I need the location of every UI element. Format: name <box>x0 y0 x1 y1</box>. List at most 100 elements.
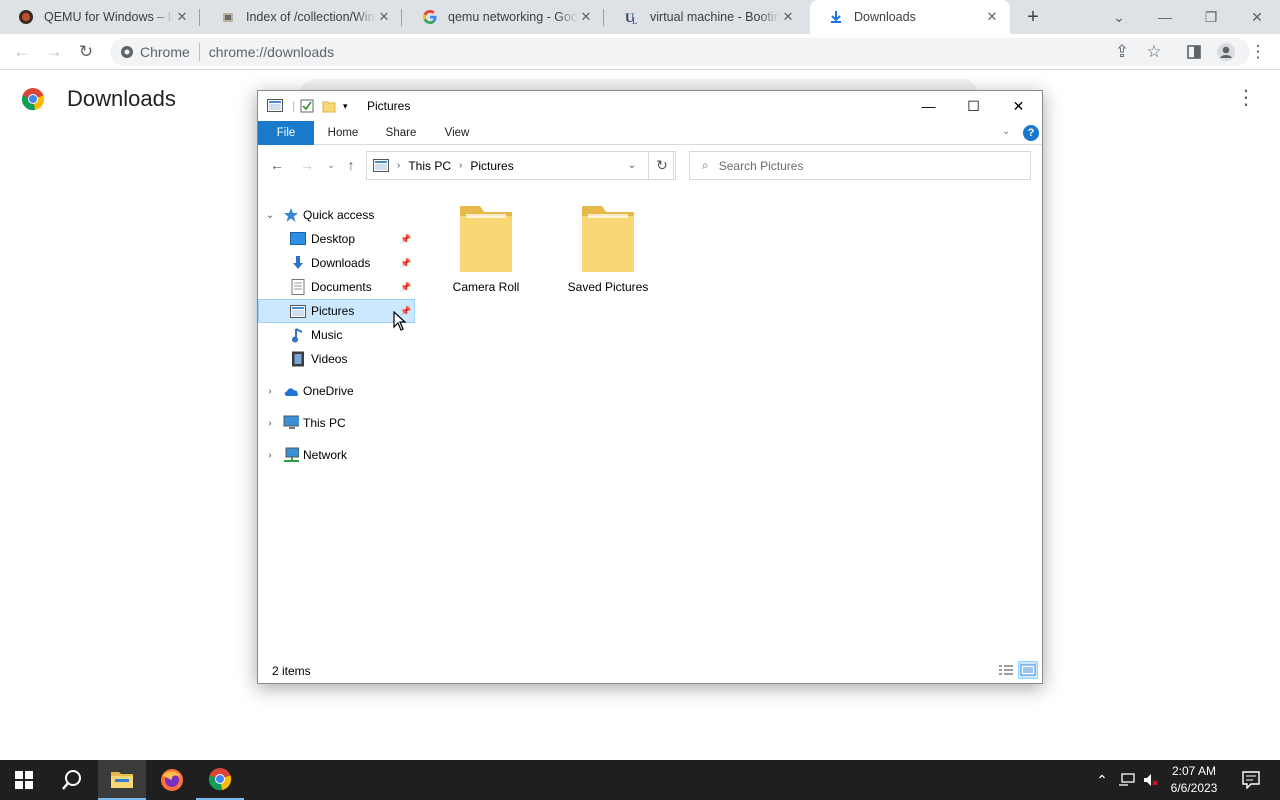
volume-muted-icon[interactable] <box>1140 760 1162 800</box>
tab-view[interactable]: View <box>436 121 478 145</box>
nav-music[interactable]: Music <box>258 323 415 347</box>
more-actions-icon[interactable]: ⋮ <box>1236 88 1256 110</box>
download-icon <box>828 9 844 25</box>
forward-arrow-icon[interactable]: → <box>298 156 316 174</box>
tab-file[interactable]: File <box>258 121 314 145</box>
reload-button[interactable]: ↻ <box>74 40 98 64</box>
close-icon[interactable]: ✕ <box>578 9 594 25</box>
explorer-minimize-button[interactable]: — <box>906 91 951 121</box>
search-placeholder: Search Pictures <box>718 158 804 173</box>
show-hidden-icons-chevron-icon[interactable]: ⌃ <box>1092 760 1112 800</box>
file-explorer-window: | ▾ Pictures — ☐ ✕ File Home Share View … <box>257 90 1043 684</box>
music-icon <box>290 327 306 343</box>
expand-ribbon-icon[interactable]: ⌄ <box>1002 126 1010 137</box>
explorer-maximize-button[interactable]: ☐ <box>951 91 996 121</box>
new-folder-icon[interactable] <box>322 98 336 114</box>
onedrive-cloud-icon <box>283 383 299 399</box>
close-icon[interactable]: ✕ <box>376 9 392 25</box>
new-tab-button[interactable]: + <box>1022 7 1044 27</box>
close-icon[interactable]: ✕ <box>984 9 1000 25</box>
chevron-right-icon[interactable]: › <box>264 386 276 397</box>
refresh-button[interactable]: ↻ <box>648 151 676 180</box>
minimize-button[interactable]: — <box>1142 0 1188 34</box>
url-text: chrome://downloads <box>208 44 335 60</box>
up-arrow-icon[interactable]: ↑ <box>342 156 360 174</box>
close-icon[interactable]: ✕ <box>174 9 190 25</box>
nav-network[interactable]: › Network <box>258 443 415 467</box>
window-title: Pictures <box>367 99 411 113</box>
pin-icon: 📌 <box>400 257 412 268</box>
chevron-right-icon: › <box>459 160 463 171</box>
restore-button[interactable]: ❐ <box>1188 0 1234 34</box>
folder-item[interactable]: Camera Roll <box>436 204 536 294</box>
share-icon[interactable]: ⇪ <box>1110 40 1134 64</box>
folder-label: Saved Pictures <box>567 280 649 294</box>
tab-share[interactable]: Share <box>378 121 424 145</box>
taskbar-firefox[interactable] <box>148 760 196 800</box>
explorer-close-button[interactable]: ✕ <box>996 91 1041 121</box>
nav-onedrive[interactable]: › OneDrive <box>258 379 415 403</box>
chrome-menu-icon[interactable]: ⋮ <box>1246 40 1270 64</box>
forward-button[interactable]: → <box>42 40 66 64</box>
downloads-icon <box>290 255 306 271</box>
close-window-button[interactable]: ✕ <box>1234 0 1280 34</box>
nav-pictures[interactable]: Pictures 📌 <box>258 299 415 323</box>
pin-icon: 📌 <box>400 233 412 244</box>
tab-home[interactable]: Home <box>320 121 366 145</box>
details-view-icon[interactable] <box>996 661 1016 679</box>
breadcrumb-pictures[interactable]: Pictures <box>470 159 513 173</box>
nav-label: Videos <box>311 352 348 366</box>
tab-title: qemu networking - Goog <box>448 10 578 24</box>
folder-icon <box>578 204 638 274</box>
nav-documents[interactable]: Documents 📌 <box>258 275 415 299</box>
tab-downloads[interactable]: Downloads ✕ <box>810 0 1010 34</box>
network-status-icon[interactable] <box>1116 760 1138 800</box>
recent-locations-icon[interactable]: ⌄ <box>322 156 340 174</box>
folder-item[interactable]: Saved Pictures <box>558 204 658 294</box>
tab-title: Index of /collection/Wind <box>246 10 376 24</box>
address-dropdown-icon[interactable]: ⌄ <box>622 160 642 171</box>
chevron-right-icon[interactable]: › <box>264 450 276 461</box>
tab-search-chevron-icon[interactable]: ⌄ <box>1096 0 1142 34</box>
nav-videos[interactable]: Videos <box>258 347 415 371</box>
search-icon[interactable] <box>48 760 96 800</box>
tab-index-collection[interactable]: Index of /collection/Wind ✕ <box>202 0 402 34</box>
tab-virtual-machine[interactable]: UL virtual machine - Booting ✕ <box>606 0 806 34</box>
tab-qemu-networking[interactable]: qemu networking - Goog ✕ <box>404 0 604 34</box>
chevron-right-icon[interactable]: › <box>264 418 276 429</box>
back-button[interactable]: ← <box>10 40 34 64</box>
large-icons-view-icon[interactable] <box>1018 661 1038 679</box>
notifications-icon[interactable] <box>1232 760 1272 800</box>
computer-icon <box>283 415 299 431</box>
back-arrow-icon[interactable]: ← <box>268 156 286 174</box>
bookmark-star-icon[interactable]: ☆ <box>1142 40 1166 64</box>
properties-icon[interactable] <box>300 98 314 114</box>
chevron-down-icon[interactable]: ⌄ <box>264 210 276 221</box>
profile-avatar[interactable] <box>1214 40 1238 64</box>
site-chip[interactable]: Chrome <box>120 43 200 61</box>
nav-downloads[interactable]: Downloads 📌 <box>258 251 415 275</box>
omnibox[interactable]: Chrome chrome://downloads <box>110 38 1250 66</box>
tab-title: QEMU for Windows – Inst <box>44 10 174 24</box>
firefox-icon <box>161 769 183 791</box>
taskbar-chrome[interactable] <box>196 760 244 800</box>
clock-date: 6/6/2023 <box>1170 781 1218 795</box>
taskbar-clock[interactable]: 2:07 AM 6/6/2023 <box>1164 763 1224 797</box>
search-input[interactable]: ⌕ Search Pictures <box>689 151 1031 180</box>
explorer-app-icon[interactable] <box>267 98 283 114</box>
close-icon[interactable]: ✕ <box>780 9 796 25</box>
start-button[interactable] <box>0 760 48 800</box>
search-icon: ⌕ <box>702 158 709 172</box>
qat-dropdown-icon[interactable]: ▾ <box>343 98 348 114</box>
nav-quick-access[interactable]: ⌄ Quick access <box>258 203 415 227</box>
side-panel-icon[interactable] <box>1182 40 1206 64</box>
ribbon-tabs: File Home Share View ⌄ ? <box>258 121 1042 145</box>
nav-label: Desktop <box>311 232 356 246</box>
chrome-icon <box>208 768 232 791</box>
breadcrumb-this-pc[interactable]: This PC <box>408 159 451 173</box>
taskbar-file-explorer[interactable] <box>98 760 146 800</box>
nav-desktop[interactable]: Desktop 📌 <box>258 227 415 251</box>
help-icon[interactable]: ? <box>1023 125 1039 141</box>
tab-qemu-windows[interactable]: QEMU for Windows – Inst ✕ <box>0 0 200 34</box>
nav-this-pc[interactable]: › This PC <box>258 411 415 435</box>
